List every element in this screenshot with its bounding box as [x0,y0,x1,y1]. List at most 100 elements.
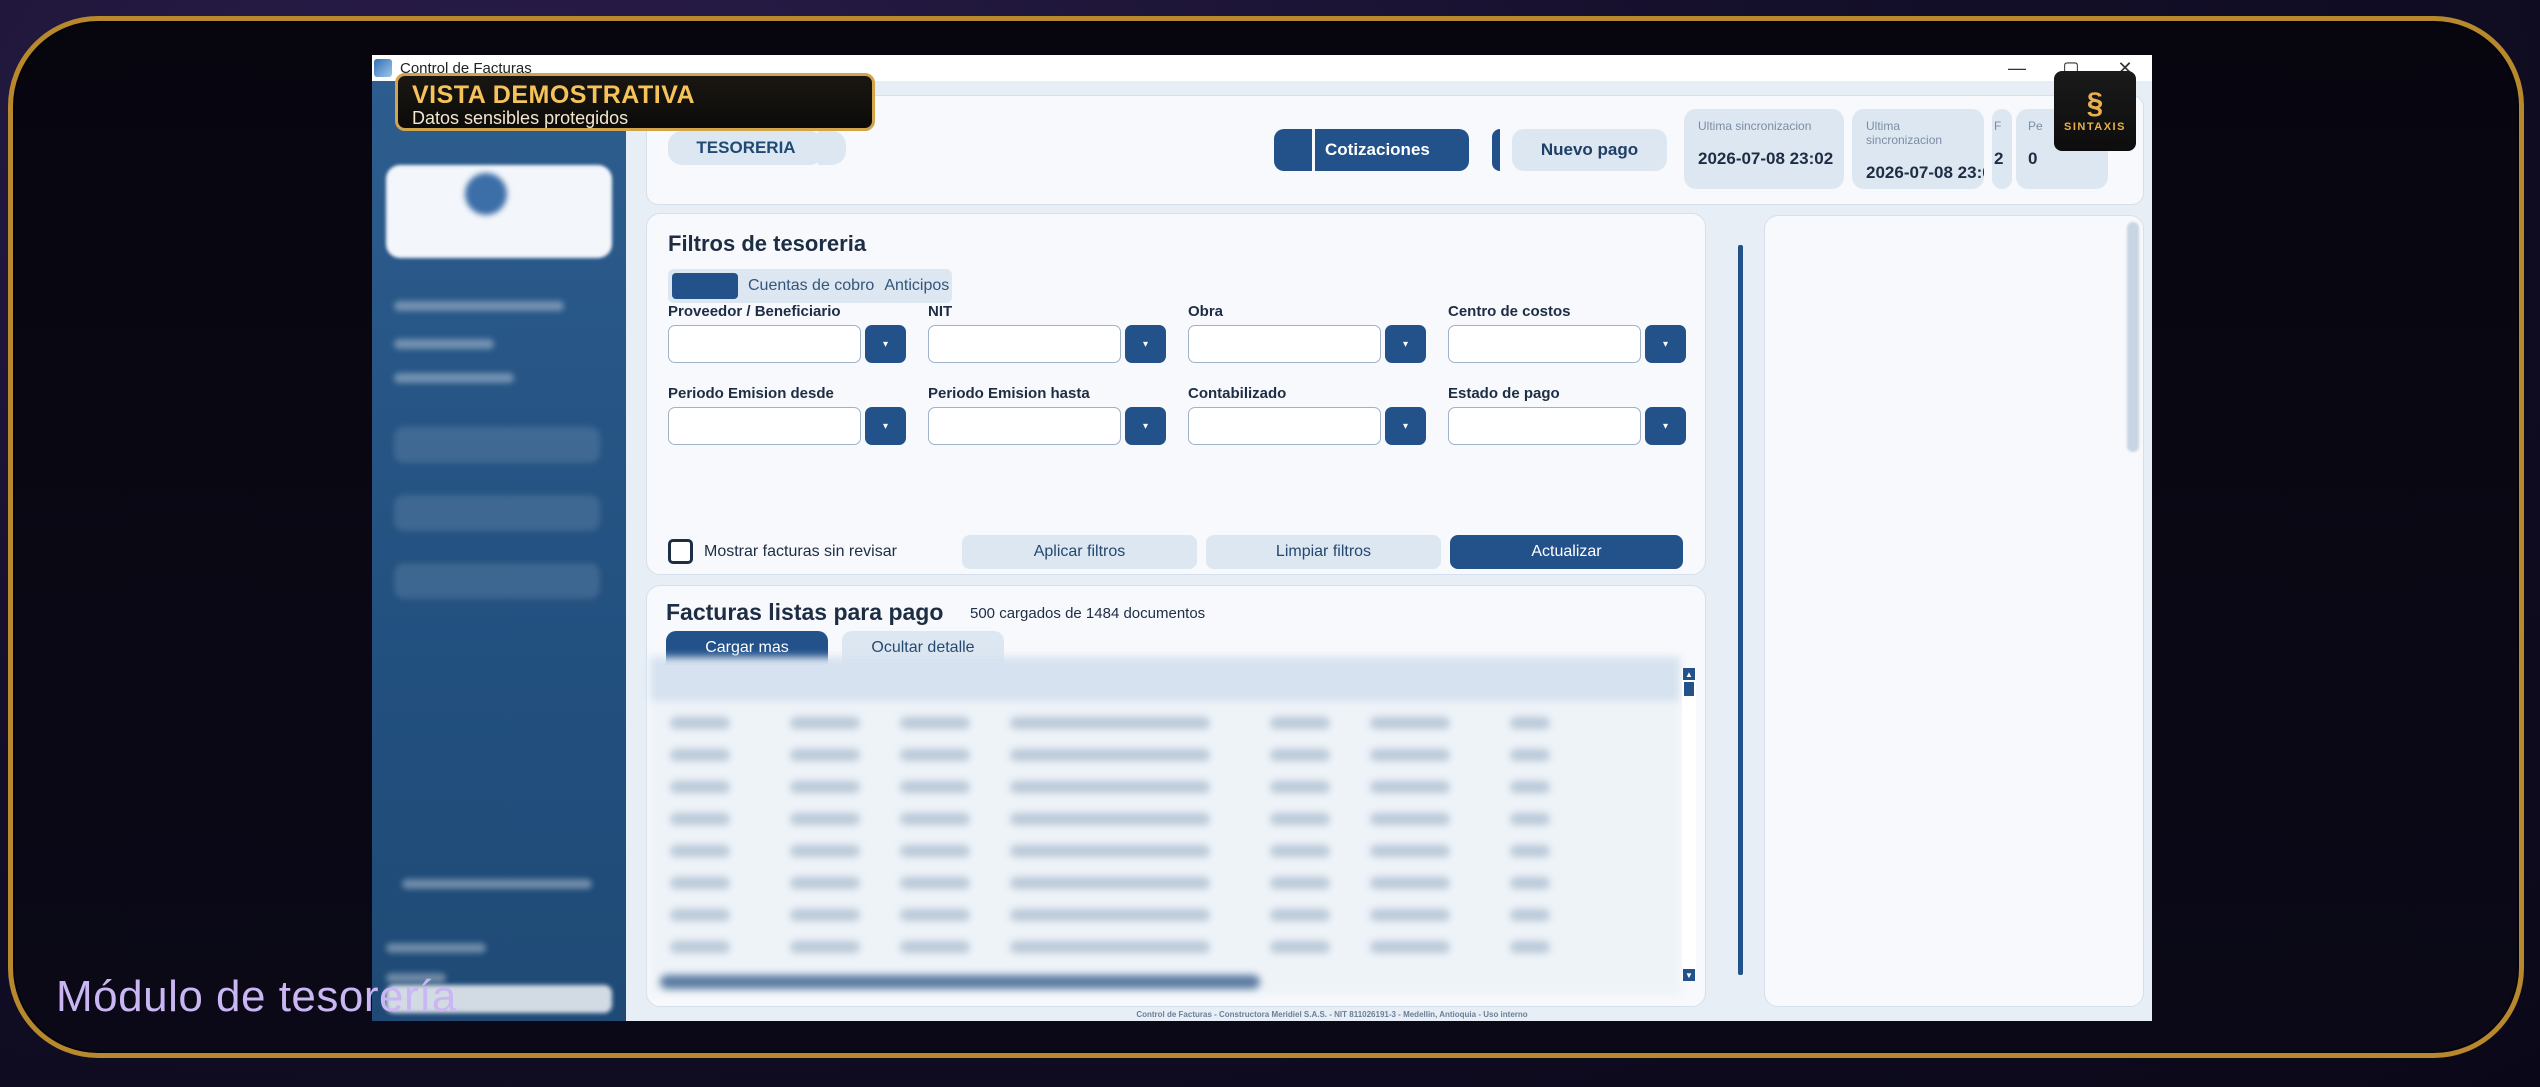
list-count: 500 cargados de 1484 documentos [970,605,1206,622]
app-icon [374,59,392,77]
list-title: Facturas listas para pago [666,599,944,625]
tab-tesoreria[interactable]: TESORERIA [668,131,824,165]
filter-label: Obra [1188,303,1224,320]
redacted-cell [790,749,860,761]
filter-input[interactable] [1448,325,1641,363]
table-vertical-scrollbar[interactable]: ▲ ▼ [1682,668,1696,981]
table-header [650,657,1680,701]
redacted-cell [1010,845,1210,857]
sidebar-text [394,339,494,349]
redacted-cell [670,717,730,729]
stat-box: F 2 [1992,109,2012,189]
stat-value: 2 [1994,149,2004,168]
filter-label: Proveedor / Beneficiario [668,303,841,320]
show-unreviewed-checkbox[interactable] [668,539,693,564]
sidebar-text [394,301,564,311]
filter-input[interactable] [928,325,1121,363]
detail-panel [1764,215,2144,1007]
filter-input[interactable] [1448,407,1641,445]
redacted-cell [1270,877,1330,889]
redacted-cell [1370,717,1450,729]
redacted-cell [1270,749,1330,761]
sidebar-item[interactable] [394,563,600,599]
redacted-cell [790,941,860,953]
filter-input[interactable] [1188,407,1381,445]
sidebar-text [394,373,514,383]
sidebar-text [402,879,592,889]
redacted-cell [900,749,970,761]
nuevo-pago-button[interactable]: Nuevo pago [1512,129,1667,171]
redacted-cell [1370,781,1450,793]
redacted-cell [790,781,860,793]
segment-active[interactable] [672,273,738,299]
filter-input[interactable] [668,325,861,363]
filter-label: Centro de costos [1448,303,1571,320]
sync-value: 2026-07-08 23:02 [1866,163,1984,182]
minimize-button[interactable]: — [1990,55,2044,81]
dropdown-arrow-icon[interactable]: ▾ [865,325,906,363]
refresh-button[interactable]: Actualizar [1450,535,1683,569]
tab-tesoreria-tail [818,131,846,165]
sidebar-text [386,943,486,953]
filter-input[interactable] [668,407,861,445]
nav-button[interactable] [1274,129,1312,171]
dropdown-arrow-icon[interactable]: ▾ [865,407,906,445]
demo-banner-title: VISTA DEMOSTRATIVA [412,81,696,109]
dropdown-arrow-icon[interactable]: ▾ [1125,325,1166,363]
panel-splitter[interactable] [1738,245,1743,975]
table-horizontal-scrollbar[interactable] [660,975,1260,989]
redacted-cell [1010,749,1210,761]
segment-cuentas-de-cobro[interactable]: Cuentas de cobro [748,277,874,295]
redacted-cell [900,877,970,889]
sidebar-item[interactable] [394,495,600,531]
filter-label: Contabilizado [1188,385,1287,402]
nav-button[interactable] [1492,129,1500,171]
redacted-cell [670,749,730,761]
redacted-cell [790,909,860,921]
cotizaciones-button[interactable]: Cotizaciones [1315,129,1469,171]
redacted-cell [1010,909,1210,921]
filters-title: Filtros de tesoreria [668,231,867,256]
slide-caption: Módulo de tesorería [56,972,457,1021]
redacted-cell [900,909,970,921]
scroll-thumb[interactable] [1684,682,1694,696]
redacted-cell [790,813,860,825]
redacted-cell [1510,845,1550,857]
sync-status: Ultima sincronizacion 2026-07-08 23:02 [1852,109,1984,189]
filter-input[interactable] [1188,325,1381,363]
redacted-cell [670,813,730,825]
redacted-cell [1510,941,1550,953]
redacted-cell [670,845,730,857]
sidebar-item[interactable] [394,427,600,463]
dropdown-arrow-icon[interactable]: ▾ [1125,407,1166,445]
scroll-up-icon[interactable]: ▲ [1683,668,1695,680]
brand-s-icon: § [2086,87,2104,120]
redacted-cell [790,717,860,729]
redacted-cell [900,845,970,857]
redacted-cell [1270,717,1330,729]
dropdown-arrow-icon[interactable]: ▾ [1385,407,1426,445]
redacted-cell [1370,749,1450,761]
redacted-cell [1510,717,1550,729]
apply-filters-button[interactable]: Aplicar filtros [962,535,1197,569]
filter-input[interactable] [928,407,1121,445]
detail-scrollbar[interactable] [2127,222,2139,452]
redacted-cell [1510,813,1550,825]
redacted-cell [790,845,860,857]
redacted-cell [1010,781,1210,793]
redacted-cell [1270,909,1330,921]
clear-filters-button[interactable]: Limpiar filtros [1206,535,1441,569]
footer-text: Control de Facturas - Constructora Merid… [1136,1010,1528,1019]
segment-anticipos[interactable]: Anticipos [884,277,949,295]
invoice-table-redacted [650,657,1680,995]
dropdown-arrow-icon[interactable]: ▾ [1645,325,1686,363]
dropdown-arrow-icon[interactable]: ▾ [1385,325,1426,363]
scroll-down-icon[interactable]: ▼ [1683,969,1695,981]
redacted-cell [1010,877,1210,889]
redacted-cell [1010,941,1210,953]
filter-label: Estado de pago [1448,385,1560,402]
dropdown-arrow-icon[interactable]: ▾ [1645,407,1686,445]
company-logo [465,173,507,215]
redacted-cell [670,877,730,889]
sync-label: Ultima sincronizacion [1698,119,1812,133]
